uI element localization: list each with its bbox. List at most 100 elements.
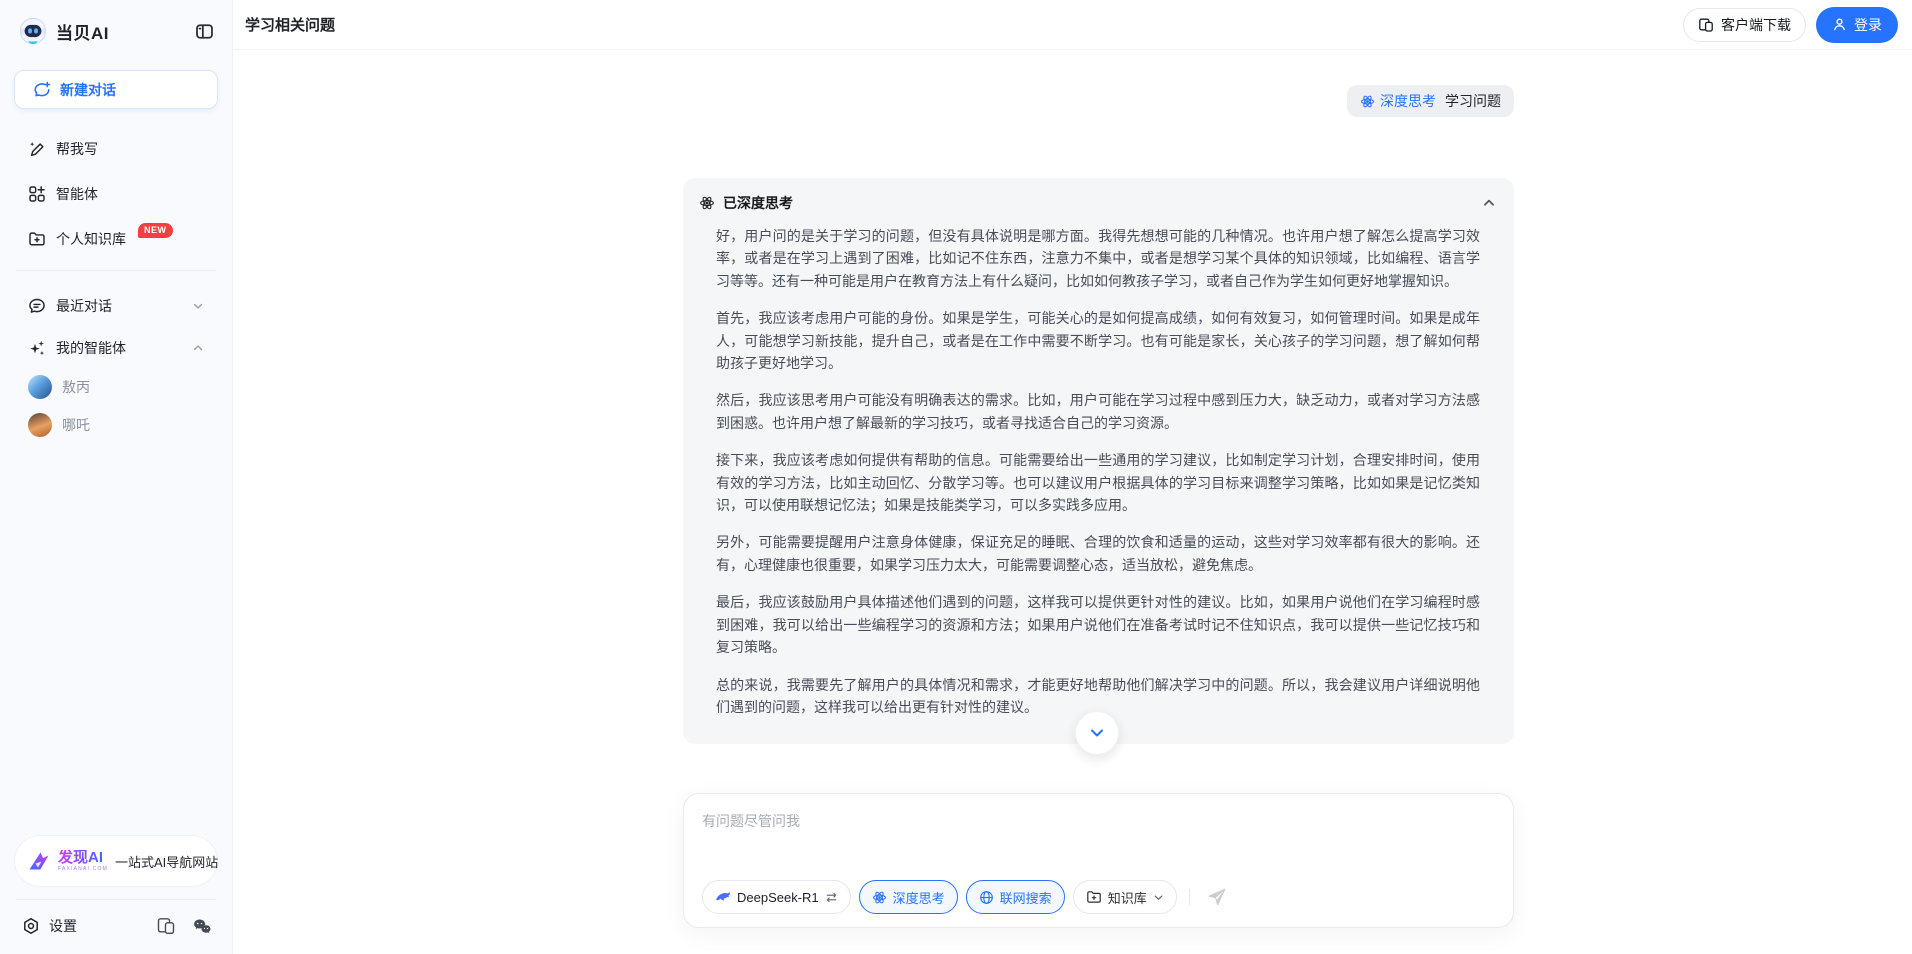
settings-row: 设置 <box>14 916 218 942</box>
agents-grid-icon <box>28 185 46 203</box>
thinking-paragraph: 首先，我应该考虑用户可能的身份。如果是学生，可能关心的是如何提高成绩，如何有效复… <box>716 307 1480 374</box>
web-search-toggle[interactable]: 联网搜索 <box>966 880 1065 914</box>
agent-name: 敖丙 <box>62 377 90 397</box>
page-title: 学习相关问题 <box>245 14 335 35</box>
sparkles-icon <box>28 339 46 357</box>
chat-bubble-icon <box>28 297 46 315</box>
app: 当贝AI 新建对话 <box>0 0 1912 954</box>
section-label: 我的智能体 <box>56 338 126 358</box>
chevron-up-icon <box>192 342 204 354</box>
sidebar-item-label: 帮我写 <box>56 139 98 159</box>
app-title: 当贝AI <box>56 19 109 44</box>
sidebar-bottom: 发现AI FAXIANAI.COM 一站式AI导航网站 设置 <box>14 835 218 942</box>
folder-plus-icon <box>1086 889 1102 905</box>
sidebar-section-my-agents[interactable]: 我的智能体 <box>14 329 218 367</box>
agent-item-aobing[interactable]: 敖丙 <box>14 369 218 405</box>
new-badge: NEW <box>138 223 173 238</box>
chat-column: 深度思考 学习问题 <box>683 50 1514 744</box>
dangbei-robot-logo-icon <box>18 16 48 46</box>
devices-icon[interactable] <box>156 916 176 936</box>
brand-domain: FAXIANAI.COM <box>58 867 108 872</box>
sidebar-item-label: 智能体 <box>56 184 98 204</box>
faxian-ai-promo-card[interactable]: 发现AI FAXIANAI.COM 一站式AI导航网站 <box>14 835 218 887</box>
wechat-icon[interactable] <box>192 916 212 936</box>
sidebar-item-knowledge-base[interactable]: 个人知识库 NEW <box>14 220 218 258</box>
sidebar-divider <box>16 899 216 900</box>
collapse-sidebar-icon[interactable] <box>192 19 216 43</box>
agent-avatar <box>28 413 52 437</box>
topbar: 学习相关问题 客户端下载 <box>233 0 1912 50</box>
main-area: 学习相关问题 客户端下载 <box>233 0 1912 954</box>
agent-avatar <box>28 375 52 399</box>
composer-divider <box>1189 889 1190 905</box>
section-label: 最近对话 <box>56 296 112 316</box>
thinking-panel: 已深度思考 好，用户问的是关于学习的问题，但没有具体说明是哪方面。我得先想想可能… <box>683 178 1514 744</box>
client-download-label: 客户端下载 <box>1721 15 1791 35</box>
chevron-down-icon <box>1153 892 1164 903</box>
thinking-content: 好，用户问的是关于学习的问题，但没有具体说明是哪方面。我得先想想可能的几种情况。… <box>697 213 1498 718</box>
login-label: 登录 <box>1854 15 1882 35</box>
settings-label: 设置 <box>49 916 77 936</box>
knowledge-base-label: 知识库 <box>1108 888 1147 907</box>
settings-button[interactable]: 设置 <box>22 916 77 936</box>
thinking-panel-header[interactable]: 已深度思考 <box>697 193 1498 213</box>
user-message-row: 深度思考 学习问题 <box>683 85 1514 117</box>
topbar-actions: 客户端下载 登录 <box>1683 7 1898 43</box>
globe-icon <box>979 890 994 905</box>
scroll-to-bottom-button[interactable] <box>1075 711 1119 755</box>
sidebar-bottom-icons <box>156 916 212 936</box>
thinking-header-label: 已深度思考 <box>723 193 793 213</box>
pencil-icon <box>28 140 46 158</box>
client-download-button[interactable]: 客户端下载 <box>1683 8 1806 42</box>
client-devices-icon <box>1698 17 1714 33</box>
thinking-paragraph: 另外，可能需要提醒用户注意身体健康，保证充足的睡眠、合理的饮食和适量的运动，这些… <box>716 531 1480 576</box>
send-button[interactable] <box>1204 884 1230 910</box>
folder-plus-icon <box>28 230 46 248</box>
chevron-up-icon[interactable] <box>1482 196 1496 210</box>
sidebar-section-recent-chats[interactable]: 最近对话 <box>14 287 218 325</box>
brand-name: 发现AI <box>58 850 108 865</box>
composer[interactable]: 有问题尽管问我 DeepSeek-R1 <box>683 793 1514 928</box>
agent-name: 哪吒 <box>62 415 90 435</box>
deepseek-whale-icon <box>715 889 731 905</box>
sidebar: 当贝AI 新建对话 <box>0 0 233 954</box>
brand-stack: 发现AI FAXIANAI.COM <box>58 850 108 872</box>
thinking-paragraph: 然后，我应该思考用户可能没有明确表达的需求。比如，用户可能在学习过程中感到压力大… <box>716 389 1480 434</box>
thinking-paragraph: 最后，我应该鼓励用户具体描述他们遇到的问题，这样我可以提供更针对性的建议。比如，… <box>716 591 1480 658</box>
user-icon <box>1832 17 1847 32</box>
deep-think-tag-label: 深度思考 <box>1380 91 1436 111</box>
gear-icon <box>22 917 40 935</box>
model-name: DeepSeek-R1 <box>737 890 819 905</box>
deep-think-tag: 深度思考 <box>1360 91 1436 111</box>
knowledge-base-selector[interactable]: 知识库 <box>1073 880 1177 914</box>
user-message-bubble: 深度思考 学习问题 <box>1347 85 1514 117</box>
new-chat-button[interactable]: 新建对话 <box>14 70 218 109</box>
chevron-down-icon <box>192 300 204 312</box>
web-search-label: 联网搜索 <box>1000 888 1052 907</box>
login-button[interactable]: 登录 <box>1816 7 1898 43</box>
chat-area: 深度思考 学习问题 <box>233 50 1912 954</box>
sidebar-menu: 帮我写 智能体 <box>14 123 218 258</box>
promo-tagline: 一站式AI导航网站 <box>115 852 218 871</box>
model-selector-pill[interactable]: DeepSeek-R1 <box>702 880 851 914</box>
thinking-paragraph: 好，用户问的是关于学习的问题，但没有具体说明是哪方面。我得先想想可能的几种情况。… <box>716 225 1480 292</box>
user-message-text: 学习问题 <box>1445 91 1501 111</box>
swap-model-icon <box>825 891 838 904</box>
composer-toolbar: DeepSeek-R1 <box>702 880 1499 914</box>
sidebar-item-help-me-write[interactable]: 帮我写 <box>14 130 218 168</box>
new-chat-icon <box>33 81 51 99</box>
atom-icon <box>872 890 887 905</box>
faxian-ai-logo-icon <box>27 849 51 873</box>
new-chat-label: 新建对话 <box>60 80 116 100</box>
agent-item-nezha[interactable]: 哪吒 <box>14 407 218 443</box>
deep-think-toggle[interactable]: 深度思考 <box>859 880 958 914</box>
composer-input-placeholder[interactable]: 有问题尽管问我 <box>702 811 1499 831</box>
sidebar-item-agents[interactable]: 智能体 <box>14 175 218 213</box>
deep-think-label: 深度思考 <box>893 888 945 907</box>
sidebar-divider <box>16 270 216 271</box>
thinking-paragraph: 接下来，我应该考虑如何提供有帮助的信息。可能需要给出一些通用的学习建议，比如制定… <box>716 449 1480 516</box>
atom-icon <box>1360 94 1375 109</box>
logo-row: 当贝AI <box>14 14 218 46</box>
atom-icon <box>699 195 715 211</box>
sidebar-item-label: 个人知识库 <box>56 229 126 249</box>
